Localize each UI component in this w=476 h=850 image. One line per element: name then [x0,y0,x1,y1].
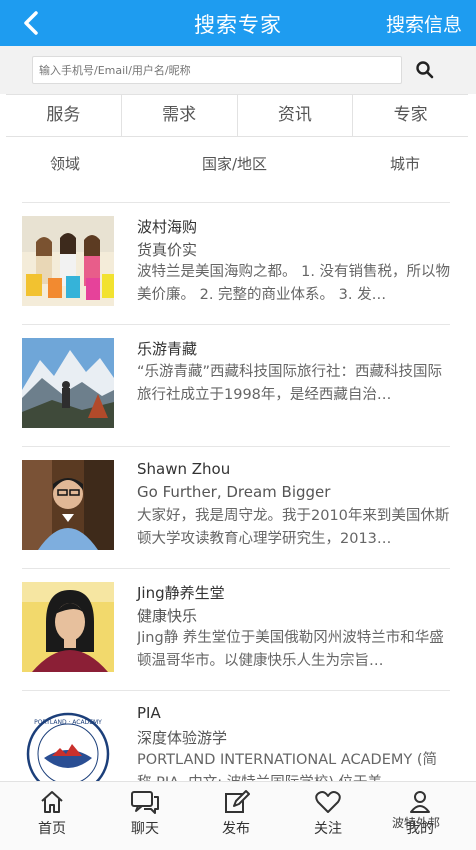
app-header: 搜索专家 搜索信息 [0,0,476,46]
item-subtitle: Go Further, Dream Bigger [137,483,331,501]
user-icon [410,791,430,813]
nav-follow[interactable]: 关注 [298,788,358,838]
item-thumbnail [22,460,114,550]
item-name: Shawn Zhou [137,460,231,478]
item-subtitle: 货真价实 [137,241,198,259]
nav-label: 关注 [314,821,342,837]
filter-city[interactable]: 城市 [390,153,420,174]
item-name: 波村海购 [137,218,198,236]
list-item[interactable]: Jing静养生堂 健康快乐 Jing静 养生堂位于美国俄勒冈州波特兰市和华盛顿温… [0,568,476,688]
item-description: Jing静 养生堂位于美国俄勒冈州波特兰市和华盛顿温哥华市。以健康快乐人生为宗旨… [137,630,444,669]
item-description: 波特兰是美国海购之都。 1. 没有销售税，所以物美价廉。 2. 完整的商业体系。… [137,264,451,303]
svg-text:PORTLAND · ACADEMY: PORTLAND · ACADEMY [34,719,102,726]
heart-icon [315,791,341,813]
item-thumbnail [22,582,114,672]
tab-demands[interactable]: 需求 [122,95,238,136]
list-item[interactable]: 波村海购 货真价实 波特兰是美国海购之都。 1. 没有销售税，所以物美价廉。 2… [0,202,476,322]
watermark: 波特外邦 [392,816,441,830]
list-item[interactable]: Shawn Zhou Go Further, Dream Bigger 大家好，… [0,446,476,566]
item-description: “乐游青藏”西藏科技国际旅行社：西藏科技国际旅行社成立于1998年，是经西藏自治… [137,364,443,403]
filter-bar: 领域 国家/地区 城市 [0,137,476,189]
nav-publish[interactable]: 发布 [206,788,266,838]
chat-icon [131,791,159,814]
category-tabs: 服务 需求 资讯 专家 [6,94,468,137]
item-description: 大家好，我是周守龙。我于2010年来到美国休斯顿大学攻读教育心理学研究生，201… [137,508,450,547]
nav-label: 聊天 [131,821,159,837]
filter-country[interactable]: 国家/地区 [202,153,267,174]
item-name: 乐游青藏 [137,340,198,358]
nav-chat[interactable]: 聊天 [115,788,175,838]
edit-icon [225,790,250,813]
item-name: PIA [137,704,161,722]
item-name: Jing静养生堂 [137,584,225,602]
home-icon [41,791,63,813]
tab-experts[interactable]: 专家 [353,95,468,136]
search-input[interactable] [32,56,402,84]
item-thumbnail [22,338,114,428]
search-bar [0,46,476,94]
item-thumbnail [22,216,114,306]
nav-home[interactable]: 首页 [22,788,82,838]
filter-field[interactable]: 领域 [50,153,80,174]
item-subtitle: 深度体验游学 [137,729,228,747]
list-item[interactable]: 乐游青藏 “乐游青藏”西藏科技国际旅行社：西藏科技国际旅行社成立于1998年，是… [0,324,476,444]
nav-label: 发布 [222,821,250,837]
item-subtitle: 健康快乐 [137,607,198,625]
search-info-button[interactable]: 搜索信息 [386,10,462,37]
search-icon[interactable] [414,59,436,81]
tab-news[interactable]: 资讯 [238,95,354,136]
nav-label: 首页 [38,821,66,837]
tab-services[interactable]: 服务 [6,95,122,136]
